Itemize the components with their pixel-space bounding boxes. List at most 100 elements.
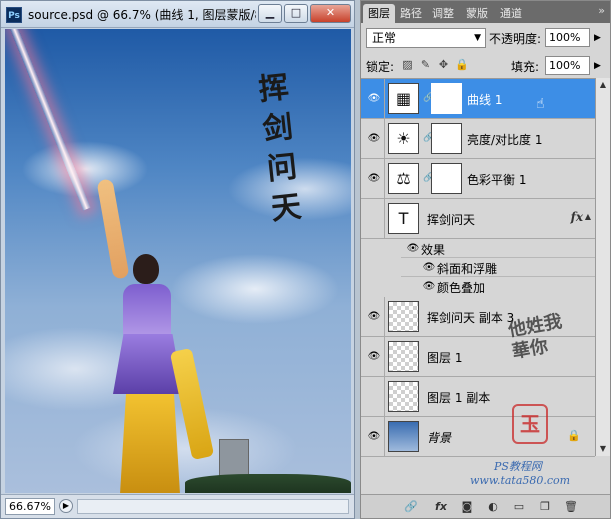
lock-paint-icon[interactable]: ✎ bbox=[419, 58, 432, 71]
visibility-eye-icon[interactable] bbox=[364, 377, 384, 416]
layer-name: 挥剑问天 副本 3 bbox=[427, 311, 515, 325]
layer-mask-thumbnail[interactable] bbox=[431, 83, 462, 114]
lock-all-icon[interactable]: 🔒 bbox=[455, 58, 469, 71]
fill-label: 填充: bbox=[511, 60, 540, 74]
document-titlebar[interactable]: Ps source.psd @ 66.7% (曲线 1, 图层蒙版/8... ▁… bbox=[1, 1, 354, 28]
layer-name: 亮度/对比度 1 bbox=[467, 133, 543, 147]
layer-row-layer-1-copy[interactable]: 图层 1 副本 bbox=[361, 377, 595, 417]
visibility-eye-icon[interactable]: 👁 bbox=[419, 277, 439, 296]
lock-label: 锁定: bbox=[366, 60, 395, 74]
zoom-field[interactable]: 66.67% bbox=[5, 498, 55, 515]
opacity-label: 不透明度: bbox=[489, 32, 542, 46]
opacity-field[interactable]: 100% bbox=[545, 28, 590, 47]
eye-divider bbox=[384, 119, 385, 158]
visibility-eye-icon[interactable]: 👁 bbox=[364, 337, 384, 376]
visibility-eye-icon[interactable]: 👁 bbox=[403, 239, 423, 258]
blend-mode-value: 正常 bbox=[372, 31, 397, 45]
minimize-button[interactable]: ▁ bbox=[258, 4, 282, 23]
scroll-up-icon[interactable]: ▲ bbox=[596, 78, 610, 92]
layer-thumbnail bbox=[388, 341, 419, 372]
fill-field[interactable]: 100% bbox=[545, 56, 590, 75]
fx-icon[interactable]: fx bbox=[571, 210, 583, 224]
opacity-arrow-icon[interactable]: ▶ bbox=[594, 33, 606, 43]
layer-row-curves[interactable]: 👁 ▦ 🔗 曲线 1 ☝ bbox=[361, 79, 595, 119]
horizontal-scrollbar[interactable] bbox=[77, 499, 349, 514]
visibility-eye-icon[interactable]: 👁 bbox=[419, 258, 439, 277]
visibility-eye-icon[interactable]: 👁 bbox=[364, 159, 384, 198]
layer-row-color-balance[interactable]: 👁 ⚖ 🔗 色彩平衡 1 bbox=[361, 159, 595, 199]
figure-legs bbox=[120, 394, 180, 493]
visibility-eye-icon[interactable]: 👁 bbox=[364, 297, 384, 336]
eye-divider bbox=[384, 377, 385, 416]
text-layer-icon: T bbox=[388, 203, 419, 234]
layer-name: 图层 1 bbox=[427, 351, 463, 365]
watermark-url: www.tata580.com bbox=[470, 474, 571, 487]
new-adjustment-icon[interactable]: ◐ bbox=[485, 499, 501, 515]
layers-scrollbar[interactable]: ▲ ▼ bbox=[595, 78, 610, 456]
panel-bottom-toolbar: 🔗 fx ◙ ◐ ▭ ❐ 🗑 bbox=[361, 494, 610, 518]
layer-name: 曲线 1 bbox=[467, 93, 503, 107]
chevron-down-icon: ▼ bbox=[474, 33, 481, 43]
calligraphy-text: 挥剑问天 bbox=[256, 69, 303, 228]
eye-divider bbox=[384, 199, 385, 238]
tab-masks[interactable]: 蒙版 bbox=[461, 4, 493, 23]
layers-panel: 图层 路径 调整 蒙版 通道 » 正常 ▼ 不透明度: 100% ▶ 锁定: ▨… bbox=[360, 0, 611, 519]
effect-name: 颜色叠加 bbox=[437, 281, 486, 295]
layer-name: 色彩平衡 1 bbox=[467, 173, 527, 187]
layer-mask-thumbnail[interactable] bbox=[431, 123, 462, 154]
panel-menu-icon[interactable]: » bbox=[598, 4, 606, 17]
effect-row-color-overlay[interactable]: 👁 颜色叠加 bbox=[361, 277, 595, 296]
document-window: Ps source.psd @ 66.7% (曲线 1, 图层蒙版/8... ▁… bbox=[0, 0, 355, 519]
effect-row-bevel-emboss[interactable]: 👁 斜面和浮雕 bbox=[361, 258, 595, 277]
layer-row-text[interactable]: T 挥剑问天 fx ▲ bbox=[361, 199, 595, 239]
blend-mode-select[interactable]: 正常 ▼ bbox=[366, 28, 486, 48]
photoshop-logo-icon: Ps bbox=[6, 7, 22, 23]
effects-group-row[interactable]: 👁 效果 bbox=[361, 239, 595, 258]
visibility-eye-icon[interactable] bbox=[364, 199, 384, 238]
link-layers-icon[interactable]: 🔗 bbox=[403, 499, 419, 515]
eye-divider bbox=[384, 297, 385, 336]
visibility-eye-icon[interactable]: 👁 bbox=[364, 79, 384, 118]
effect-name: 斜面和浮雕 bbox=[437, 262, 498, 276]
layer-thumbnail bbox=[388, 301, 419, 332]
close-button[interactable]: ✕ bbox=[310, 4, 351, 23]
eye-divider bbox=[384, 337, 385, 376]
layer-name: 背景 bbox=[427, 431, 452, 445]
panel-tab-bar: 图层 路径 调整 蒙版 通道 » bbox=[361, 1, 610, 23]
document-title: source.psd @ 66.7% (曲线 1, 图层蒙版/8... bbox=[28, 8, 256, 22]
curves-icon: ▦ bbox=[388, 83, 419, 114]
visibility-eye-icon[interactable]: 👁 bbox=[364, 119, 384, 158]
new-layer-icon[interactable]: ❐ bbox=[537, 499, 553, 515]
lock-transparent-icon[interactable]: ▨ bbox=[401, 58, 414, 71]
ground-trees bbox=[185, 474, 351, 493]
add-mask-icon[interactable]: ◙ bbox=[459, 499, 475, 515]
layer-row-background[interactable]: 👁 背景 🔒 bbox=[361, 417, 595, 457]
tab-adjustments[interactable]: 调整 bbox=[427, 4, 459, 23]
figure-body bbox=[123, 284, 171, 339]
tab-channels[interactable]: 通道 bbox=[495, 4, 527, 23]
layers-list: 👁 ▦ 🔗 曲线 1 ☝ 👁 ☀ 🔗 亮度/对比度 1 👁 ⚖ 🔗 色彩平衡 1 bbox=[361, 78, 595, 457]
hand-cursor-icon: ☝ bbox=[536, 96, 545, 112]
tab-paths[interactable]: 路径 bbox=[395, 4, 427, 23]
figure-head bbox=[133, 254, 159, 284]
maximize-button[interactable]: □ bbox=[284, 4, 308, 23]
visibility-eye-icon[interactable]: 👁 bbox=[364, 417, 384, 456]
color-balance-icon: ⚖ bbox=[388, 163, 419, 194]
new-group-icon[interactable]: ▭ bbox=[511, 499, 527, 515]
layer-name: 图层 1 副本 bbox=[427, 391, 491, 405]
fill-arrow-icon[interactable]: ▶ bbox=[594, 61, 606, 71]
lock-move-icon[interactable]: ✥ bbox=[437, 58, 450, 71]
document-statusbar: 66.67% ▶ bbox=[1, 494, 354, 518]
eye-divider bbox=[384, 79, 385, 118]
tab-layers[interactable]: 图层 bbox=[363, 4, 395, 23]
status-menu-icon[interactable]: ▶ bbox=[59, 499, 73, 513]
image-canvas[interactable]: 挥剑问天 bbox=[5, 29, 351, 493]
add-style-icon[interactable]: fx bbox=[433, 499, 449, 515]
scroll-down-icon[interactable]: ▼ bbox=[596, 442, 610, 456]
delete-layer-icon[interactable]: 🗑 bbox=[563, 499, 579, 515]
layer-row-brightness-contrast[interactable]: 👁 ☀ 🔗 亮度/对比度 1 bbox=[361, 119, 595, 159]
layer-mask-thumbnail[interactable] bbox=[431, 163, 462, 194]
expand-caret-icon[interactable]: ▲ bbox=[585, 212, 591, 221]
brightness-contrast-icon: ☀ bbox=[388, 123, 419, 154]
layer-name: 挥剑问天 bbox=[427, 213, 476, 227]
